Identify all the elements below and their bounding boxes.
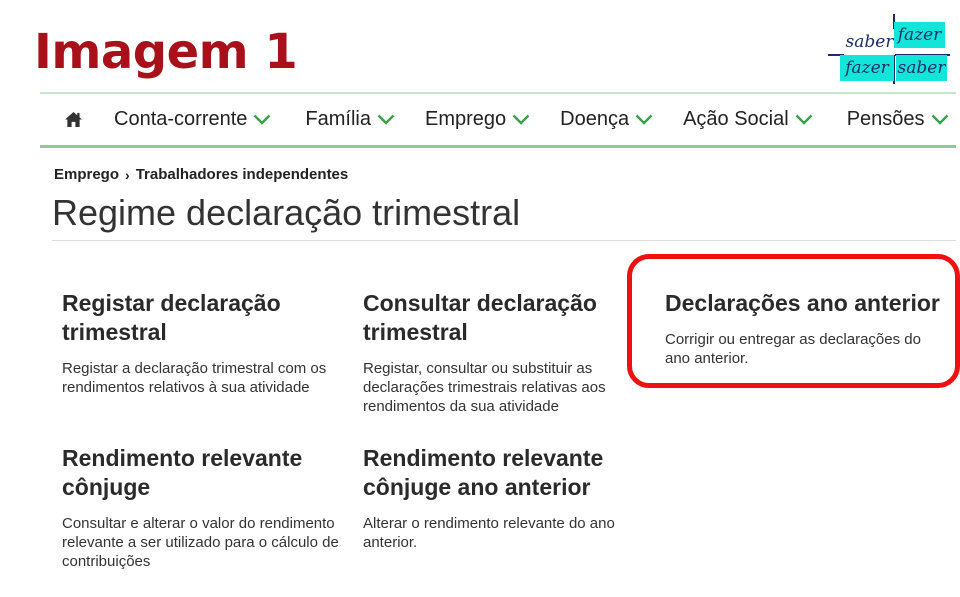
card-description: Alterar o rendimento relevante do ano an… — [363, 515, 615, 551]
card-registar-declaracao-trimestral[interactable]: Registar declaração trimestral Registar … — [62, 289, 347, 397]
page: Imagem 1 saber fazer fazer saber Conta-c… — [0, 0, 960, 597]
nav-item-label: Conta-corrente — [114, 108, 248, 130]
card-title[interactable]: Consultar declaração trimestral — [363, 289, 628, 347]
page-title: Regime declaração trimestral — [52, 192, 521, 233]
chevron-down-icon — [512, 114, 530, 125]
chevron-down-icon — [253, 114, 271, 125]
nav-item-label: Família — [305, 108, 371, 130]
chevron-down-icon — [795, 114, 813, 125]
card-description: Corrigir ou entregar as declarações do a… — [665, 331, 921, 367]
banner-title: Imagem 1 — [34, 24, 298, 80]
nav-item-doenca[interactable]: Doença — [560, 94, 653, 145]
card-rendimento-relevante-conjuge[interactable]: Rendimento relevante cônjuge Consultar e… — [62, 444, 352, 571]
logo-text-bottom-left: fazer — [840, 55, 894, 81]
card-title[interactable]: Declarações ano anterior — [665, 289, 945, 318]
card-description: Registar a declaração trimestral com os … — [62, 360, 327, 396]
chevron-down-icon — [377, 114, 395, 125]
logo-text-bottom-right: saber — [896, 55, 947, 81]
chevron-right-icon: › — [125, 166, 130, 183]
breadcrumb: Emprego › Trabalhadores independentes — [54, 166, 348, 183]
home-button[interactable] — [40, 94, 106, 145]
saber-fazer-logo: saber fazer fazer saber — [828, 12, 950, 84]
card-title[interactable]: Registar declaração trimestral — [62, 289, 347, 347]
nav-item-emprego[interactable]: Emprego — [425, 94, 530, 145]
card-rendimento-relevante-conjuge-ano-anterior[interactable]: Rendimento relevante cônjuge ano anterio… — [363, 444, 628, 552]
logo-text-top-right: fazer — [894, 22, 945, 48]
nav-item-label: Emprego — [424, 108, 507, 130]
breadcrumb-link-trabalhadores-independentes[interactable]: Trabalhadores independentes — [136, 166, 349, 183]
chevron-down-icon — [931, 114, 949, 125]
logo-text-top-left: saber — [844, 29, 895, 55]
card-consultar-declaracao-trimestral[interactable]: Consultar declaração trimestral Registar… — [363, 289, 628, 416]
nav-item-pensoes[interactable]: Pensões — [847, 94, 949, 145]
nav-item-familia[interactable]: Família — [305, 94, 395, 145]
nav-item-label: Ação Social — [683, 108, 789, 130]
nav-item-label: Pensões — [846, 108, 925, 130]
nav-item-label: Doença — [560, 108, 630, 130]
card-declaracoes-ano-anterior[interactable]: Declarações ano anterior Corrigir ou ent… — [665, 289, 945, 368]
title-divider — [52, 240, 956, 241]
nav-item-acao-social[interactable]: Ação Social — [683, 94, 813, 145]
card-title[interactable]: Rendimento relevante cônjuge — [62, 444, 352, 502]
card-description: Registar, consultar ou substituir as dec… — [363, 360, 606, 415]
home-icon — [64, 111, 82, 128]
nav-item-conta-corrente[interactable]: Conta-corrente — [114, 94, 271, 145]
chevron-down-icon — [635, 114, 653, 125]
main-nav: Conta-corrente Família Emprego Doença Aç… — [40, 92, 956, 148]
card-description: Consultar e alterar o valor do rendiment… — [62, 515, 339, 570]
breadcrumb-link-emprego[interactable]: Emprego — [54, 166, 119, 183]
card-title[interactable]: Rendimento relevante cônjuge ano anterio… — [363, 444, 628, 502]
